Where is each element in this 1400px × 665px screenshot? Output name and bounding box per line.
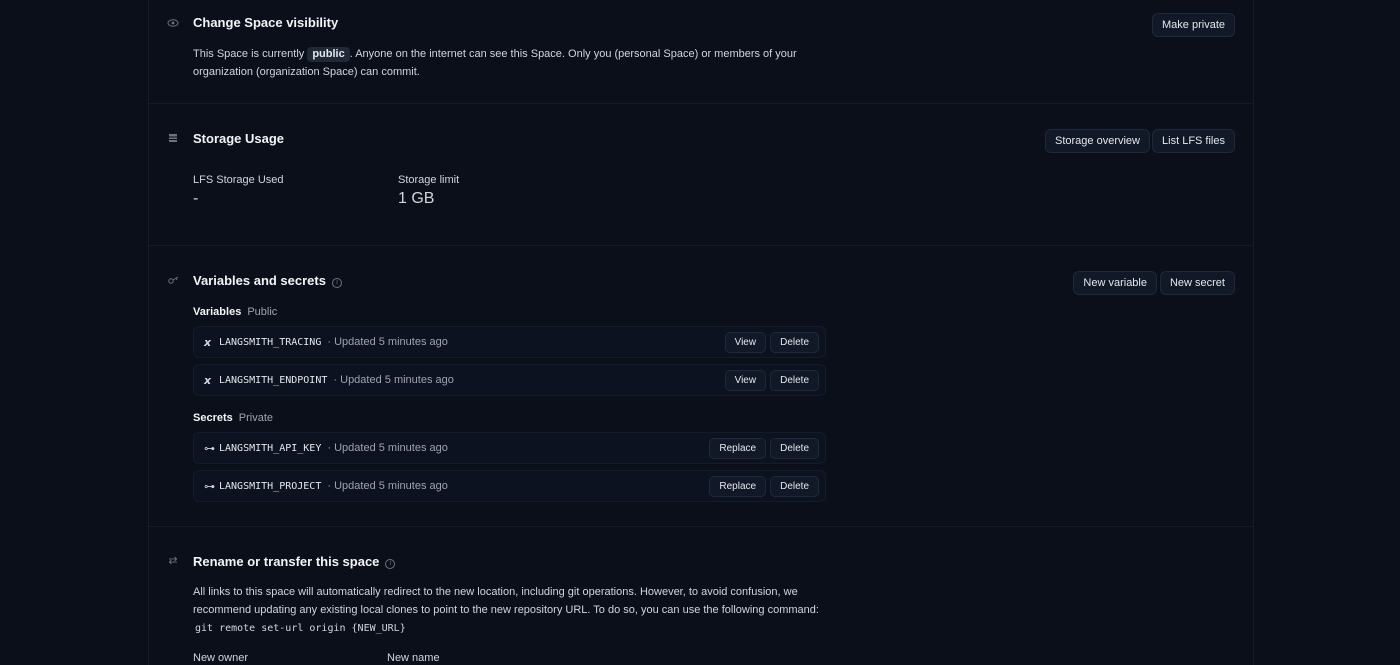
storage-title: Storage Usage: [193, 131, 285, 146]
visibility-text-line2: organization (organization Space) can co…: [193, 66, 420, 78]
variables-scope: Public: [247, 306, 278, 318]
rename-transfer-title: Rename or transfer this space i: [193, 554, 396, 569]
secret-name: LANGSMITH_PROJECT · Updated 5 minutes ag…: [219, 480, 448, 492]
secret-updated: · Updated 5 minutes ago: [327, 480, 448, 492]
make-private-button[interactable]: Make private: [1152, 13, 1235, 37]
transfer-arrows-icon: ⇄: [168, 555, 178, 567]
rename-transfer-section: ⇄ Rename or transfer this space i All lin…: [149, 527, 1253, 665]
secret-actions: Replace Delete: [705, 476, 819, 497]
secret-row: ⊶ LANGSMITH_PROJECT · Updated 5 minutes …: [193, 470, 826, 502]
variable-name-text: LANGSMITH_ENDPOINT: [219, 375, 328, 386]
secret-name-text: LANGSMITH_PROJECT: [219, 481, 322, 492]
secret-updated: · Updated 5 minutes ago: [327, 442, 448, 454]
storage-section: Storage Usage Storage overview List LFS …: [149, 104, 1253, 246]
settings-panel: Change Space visibility This Space is cu…: [148, 0, 1254, 665]
view-button[interactable]: View: [724, 370, 767, 391]
key-cog-icon: [167, 274, 179, 286]
variable-actions: View Delete: [721, 370, 819, 391]
delete-button[interactable]: Delete: [770, 438, 819, 459]
variable-row: 𝙭 LANGSMITH_TRACING · Updated 5 minutes …: [193, 326, 826, 358]
delete-button[interactable]: Delete: [770, 370, 819, 391]
storage-limit-label: Storage limit: [398, 174, 460, 186]
variables-secrets-title: Variables and secrets i: [193, 273, 342, 288]
delete-button[interactable]: Delete: [770, 332, 819, 353]
storage-overview-button[interactable]: Storage overview: [1045, 129, 1150, 153]
variable-x-icon: 𝙭: [204, 337, 212, 349]
eye-icon: [167, 17, 179, 29]
visibility-description: This Space is currently public. Anyone o…: [193, 45, 813, 81]
variables-subheading: Variables Public: [193, 306, 277, 318]
rename-transfer-title-text: Rename or transfer this space: [193, 554, 380, 569]
lfs-storage-used-label: LFS Storage Used: [193, 174, 284, 186]
secret-actions: Replace Delete: [705, 438, 819, 459]
variable-x-icon: 𝙭: [204, 375, 212, 387]
new-secret-button[interactable]: New secret: [1159, 271, 1235, 295]
storage-limit-value: 1 GB: [398, 190, 435, 207]
secret-row: ⊶ LANGSMITH_API_KEY · Updated 5 minutes …: [193, 432, 826, 464]
key-icon: ⊶: [204, 481, 215, 493]
info-icon[interactable]: i: [331, 278, 342, 288]
delete-button[interactable]: Delete: [770, 476, 819, 497]
replace-button[interactable]: Replace: [709, 438, 767, 459]
secrets-label: Secrets: [193, 412, 233, 424]
rename-line1: All links to this space will automatical…: [193, 586, 798, 598]
info-icon[interactable]: i: [385, 559, 396, 569]
variables-secrets-title-text: Variables and secrets: [193, 273, 326, 288]
lfs-storage-used-value: -: [193, 190, 199, 207]
storage-icon: [167, 132, 179, 144]
rename-description: All links to this space will automatical…: [193, 583, 853, 619]
variables-secrets-section: Variables and secrets i New variable New …: [149, 246, 1253, 527]
variable-row: 𝙭 LANGSMITH_ENDPOINT · Updated 5 minutes…: [193, 364, 826, 396]
secret-name: LANGSMITH_API_KEY · Updated 5 minutes ag…: [219, 442, 448, 454]
view-button[interactable]: View: [724, 332, 767, 353]
variable-updated: · Updated 5 minutes ago: [327, 336, 448, 348]
variable-name: LANGSMITH_ENDPOINT · Updated 5 minutes a…: [219, 374, 454, 386]
visibility-title: Change Space visibility: [193, 15, 339, 30]
new-name-label: New name: [387, 652, 440, 664]
git-command: git remote set-url origin {NEW_URL}: [195, 623, 406, 634]
new-owner-label: New owner: [193, 652, 249, 664]
visibility-text-after: . Anyone on the internet can see this Sp…: [349, 48, 797, 60]
secrets-scope: Private: [238, 412, 274, 424]
secret-name-text: LANGSMITH_API_KEY: [219, 443, 322, 454]
replace-button[interactable]: Replace: [709, 476, 767, 497]
visibility-status-badge: public: [307, 47, 350, 62]
variables-label: Variables: [193, 306, 242, 318]
list-lfs-files-button[interactable]: List LFS files: [1152, 129, 1235, 153]
variable-updated: · Updated 5 minutes ago: [333, 374, 454, 386]
secrets-subheading: Secrets Private: [193, 412, 273, 424]
visibility-text-before: This Space is currently: [193, 48, 305, 60]
rename-line2: recommend updating any existing local cl…: [193, 604, 819, 616]
variable-actions: View Delete: [721, 332, 819, 353]
key-icon: ⊶: [204, 443, 215, 455]
visibility-section: Change Space visibility This Space is cu…: [149, 0, 1253, 104]
variable-name-text: LANGSMITH_TRACING: [219, 337, 322, 348]
variable-name: LANGSMITH_TRACING · Updated 5 minutes ag…: [219, 336, 448, 348]
new-variable-button[interactable]: New variable: [1073, 271, 1157, 295]
